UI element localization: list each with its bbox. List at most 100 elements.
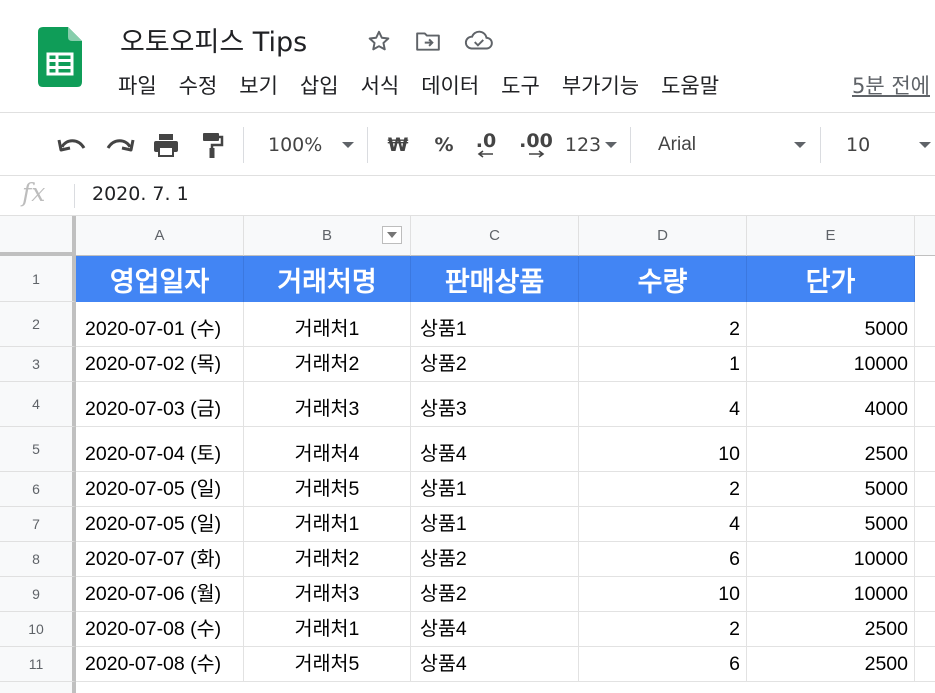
cell-client[interactable]: 거래처3 <box>244 382 411 427</box>
cell-price[interactable]: 10000 <box>747 542 915 577</box>
cell-client[interactable]: 거래처2 <box>244 347 411 382</box>
header-cell-date[interactable]: 영업일자 <box>76 256 244 302</box>
cell-price[interactable]: 5000 <box>747 472 915 507</box>
cell-date[interactable]: 2020-07-05 (일) <box>76 507 244 542</box>
cell-product[interactable]: 상품4 <box>411 612 579 647</box>
cell-quantity[interactable]: 1 <box>579 347 747 382</box>
menu-format[interactable]: 서식 <box>355 70 406 102</box>
menu-tools[interactable]: 도구 <box>495 70 546 102</box>
menu-data[interactable]: 데이터 <box>415 70 485 102</box>
cell-product[interactable]: 상품4 <box>411 427 579 472</box>
row-header[interactable]: 4 <box>0 382 76 427</box>
menu-help[interactable]: 도움말 <box>655 70 725 102</box>
cell-quantity[interactable]: 6 <box>579 542 747 577</box>
cell-date[interactable]: 2020-07-08 (수) <box>76 647 244 682</box>
cell-product[interactable]: 상품2 <box>411 577 579 612</box>
row-header[interactable]: 8 <box>0 542 76 577</box>
select-all-corner[interactable] <box>0 216 76 256</box>
star-icon[interactable] <box>364 26 394 56</box>
cell-empty[interactable] <box>915 347 935 382</box>
column-header-e[interactable]: E <box>747 216 915 256</box>
cell-quantity[interactable]: 4 <box>579 382 747 427</box>
header-cell-client[interactable]: 거래처명 <box>244 256 411 302</box>
menu-file[interactable]: 파일 <box>112 70 163 102</box>
cell-price[interactable]: 2500 <box>747 647 915 682</box>
row-header[interactable]: 3 <box>0 347 76 382</box>
menu-view[interactable]: 보기 <box>233 70 284 102</box>
row-header[interactable]: 7 <box>0 507 76 542</box>
cell-price[interactable]: 10000 <box>747 347 915 382</box>
cell-empty[interactable] <box>915 507 935 542</box>
cell-product[interactable]: 상품4 <box>411 647 579 682</box>
row-header[interactable] <box>0 682 76 693</box>
cell-client[interactable]: 거래처5 <box>244 647 411 682</box>
cell-quantity[interactable]: 4 <box>579 507 747 542</box>
cell-price[interactable]: 2500 <box>747 612 915 647</box>
menu-edit[interactable]: 수정 <box>173 70 224 102</box>
undo-icon[interactable] <box>54 113 90 176</box>
currency-format-button[interactable]: ₩ <box>380 113 416 176</box>
cell-empty[interactable] <box>915 577 935 612</box>
cell-price[interactable]: 2500 <box>747 427 915 472</box>
sheets-logo-icon[interactable] <box>38 27 82 87</box>
row-header[interactable]: 2 <box>0 302 76 347</box>
cell-empty[interactable] <box>915 382 935 427</box>
cell-quantity[interactable]: 6 <box>579 647 747 682</box>
font-family-select[interactable]: Arial <box>644 113 810 176</box>
last-edit-link[interactable]: 5분 전에 <box>852 70 930 102</box>
cell-client[interactable]: 거래처3 <box>244 577 411 612</box>
cell-date[interactable]: 2020-07-07 (화) <box>76 542 244 577</box>
redo-icon[interactable] <box>102 113 138 176</box>
cell-client[interactable]: 거래처1 <box>244 302 411 347</box>
cell-date[interactable]: 2020-07-05 (일) <box>76 472 244 507</box>
cell-product[interactable]: 상품1 <box>411 507 579 542</box>
header-cell-price[interactable]: 단가 <box>747 256 915 302</box>
cell-date[interactable]: 2020-07-04 (토) <box>76 427 244 472</box>
cell-quantity[interactable]: 2 <box>579 472 747 507</box>
row-header[interactable]: 1 <box>0 256 76 302</box>
paint-format-icon[interactable] <box>194 113 230 176</box>
cell-empty[interactable] <box>915 427 935 472</box>
cell-price[interactable]: 5000 <box>747 507 915 542</box>
cell-empty[interactable] <box>915 647 935 682</box>
cell-empty[interactable] <box>915 472 935 507</box>
cell-quantity[interactable]: 10 <box>579 577 747 612</box>
font-size-select[interactable]: 10 <box>834 113 935 176</box>
cell-empty[interactable] <box>915 302 935 347</box>
cell-price[interactable]: 5000 <box>747 302 915 347</box>
cell-client[interactable]: 거래처4 <box>244 427 411 472</box>
cell-quantity[interactable]: 2 <box>579 612 747 647</box>
increase-decimal-button[interactable]: .00 <box>514 113 558 176</box>
print-icon[interactable] <box>148 113 184 176</box>
move-to-folder-icon[interactable] <box>413 26 443 56</box>
column-header-a[interactable]: A <box>76 216 244 256</box>
cell-price[interactable]: 4000 <box>747 382 915 427</box>
document-title[interactable]: 오토오피스 Tips <box>120 20 307 59</box>
cell-empty[interactable] <box>915 542 935 577</box>
more-formats-select[interactable]: 123 <box>562 113 620 176</box>
cell-product[interactable]: 상품2 <box>411 347 579 382</box>
cell-date[interactable]: 2020-07-01 (수) <box>76 302 244 347</box>
cell-quantity[interactable]: 10 <box>579 427 747 472</box>
filter-icon[interactable] <box>382 226 402 244</box>
cell-client[interactable]: 거래처2 <box>244 542 411 577</box>
cloud-status-icon[interactable] <box>464 26 494 56</box>
cell-client[interactable]: 거래처1 <box>244 612 411 647</box>
column-header-f[interactable] <box>915 216 935 256</box>
header-cell-product[interactable]: 판매상품 <box>411 256 579 302</box>
cell-price[interactable]: 10000 <box>747 577 915 612</box>
formula-input[interactable]: 2020. 7. 1 <box>92 183 189 205</box>
cell-date[interactable]: 2020-07-02 (목) <box>76 347 244 382</box>
cell-empty[interactable] <box>915 612 935 647</box>
header-cell-quantity[interactable]: 수량 <box>579 256 747 302</box>
column-header-d[interactable]: D <box>579 216 747 256</box>
cell-client[interactable]: 거래처5 <box>244 472 411 507</box>
cell-product[interactable]: 상품1 <box>411 302 579 347</box>
cell-product[interactable]: 상품3 <box>411 382 579 427</box>
menu-addons[interactable]: 부가기능 <box>556 70 645 102</box>
cell-client[interactable]: 거래처1 <box>244 507 411 542</box>
cell-product[interactable]: 상품2 <box>411 542 579 577</box>
row-header[interactable]: 10 <box>0 612 76 647</box>
percent-format-button[interactable]: % <box>426 113 462 176</box>
row-header[interactable]: 11 <box>0 647 76 682</box>
